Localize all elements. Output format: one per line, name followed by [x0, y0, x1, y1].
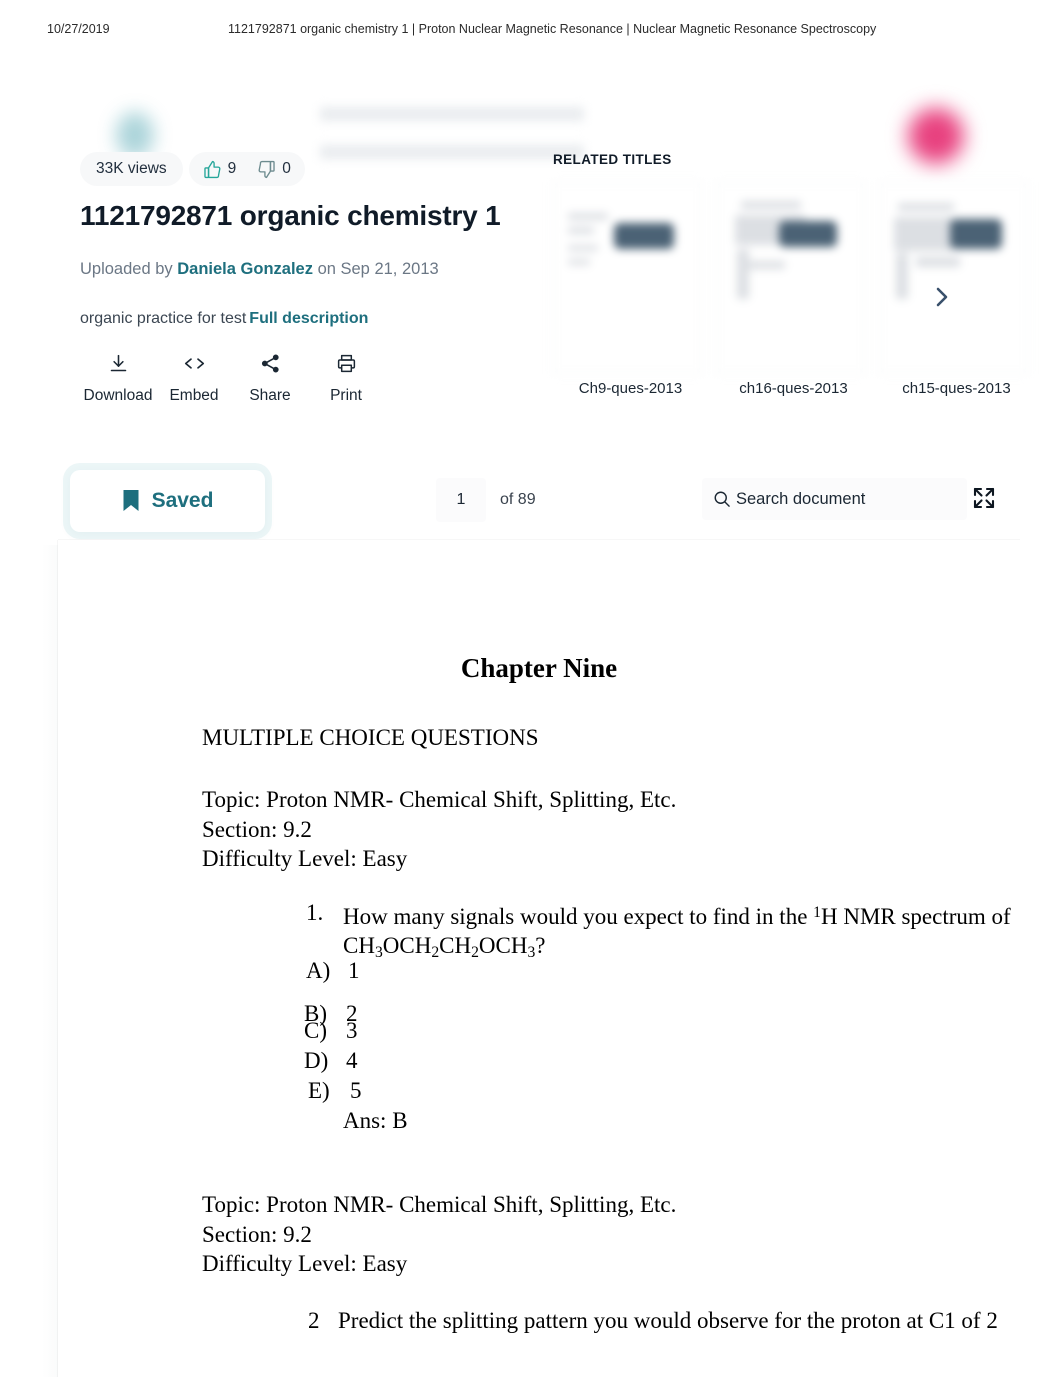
- question-2-text: Predict the splitting pattern you would …: [338, 1308, 998, 1333]
- choice-a: A) 1: [306, 958, 360, 983]
- related-item-3[interactable]: ch15-ques-2013: [879, 182, 1042, 397]
- like-count: 9: [227, 160, 237, 177]
- document-description: organic practice for test Full descriptio…: [80, 310, 368, 328]
- save-button[interactable]: Saved: [70, 470, 265, 532]
- search-document-placeholder: Search document: [736, 489, 866, 508]
- code-icon: [183, 352, 206, 374]
- choice-c: C) 3: [304, 1018, 358, 1043]
- views-pill: 33K views: [80, 152, 183, 186]
- print-label: Print: [330, 387, 362, 404]
- description-text: organic practice for test: [80, 310, 247, 327]
- search-bar-line-top: [320, 107, 584, 121]
- section-line-2: Section: 9.2: [202, 1221, 312, 1247]
- share-button[interactable]: Share: [232, 352, 308, 405]
- download-button[interactable]: Download: [80, 352, 156, 405]
- document-stats: 33K views 9 0: [80, 152, 305, 186]
- thumbs-down-icon: [257, 160, 276, 179]
- save-button-label: Saved: [151, 489, 214, 512]
- chevron-right-icon[interactable]: [925, 280, 959, 314]
- dislike-button[interactable]: 0: [257, 160, 291, 179]
- related-thumbnail-image-1: [553, 182, 702, 374]
- related-item-2[interactable]: ch16-ques-2013: [716, 182, 879, 397]
- uploaded-by-label: Uploaded by: [80, 260, 173, 278]
- question-1-answer: Ans: B: [343, 1108, 408, 1133]
- document-actions: Download Embed Share Print: [80, 352, 384, 405]
- search-document-field[interactable]: Search document: [702, 478, 967, 520]
- question-2-number: 2: [308, 1308, 320, 1333]
- print-page-title: 1121792871 organic chemistry 1 | Proton …: [228, 22, 877, 36]
- upload-date: on Sep 21, 2013: [317, 260, 439, 278]
- like-button[interactable]: 9: [203, 160, 237, 179]
- section-line-1: Section: 9.2: [202, 816, 312, 842]
- document-page[interactable]: Chapter Nine MULTIPLE CHOICE QUESTIONS T…: [58, 540, 1020, 1377]
- search-bar-line-bottom: [320, 145, 584, 159]
- download-label: Download: [83, 387, 153, 404]
- page-number-input[interactable]: [436, 478, 486, 522]
- global-search-input[interactable]: [320, 103, 584, 161]
- download-icon: [108, 352, 129, 374]
- upload-info: Uploaded by Daniela Gonzalez on Sep 21, …: [80, 260, 439, 279]
- topic-line-2: Topic: Proton NMR- Chemical Shift, Split…: [202, 1192, 677, 1217]
- print-header: 10/27/2019 1121792871 organic chemistry …: [0, 22, 1062, 42]
- full-description-link[interactable]: Full description: [249, 310, 368, 327]
- related-item-1[interactable]: Ch9-ques-2013: [553, 182, 716, 397]
- related-titles-heading: RELATED TITLES: [553, 152, 672, 167]
- related-caption-2: ch16-ques-2013: [739, 380, 848, 397]
- related-thumbnails: Ch9-ques-2013 ch16-ques-2013 ch15-ques-2…: [553, 182, 1042, 397]
- related-titles-section: RELATED TITLES Ch9-ques-2013 ch16-ques-2…: [553, 152, 1028, 397]
- embed-button[interactable]: Embed: [156, 352, 232, 405]
- print-button[interactable]: Print: [308, 352, 384, 405]
- page-left-edge: [42, 545, 58, 1377]
- print-date: 10/27/2019: [47, 22, 110, 36]
- difficulty-line-2: Difficulty Level: Easy: [202, 1251, 408, 1276]
- topic-block-2: Topic: Proton NMR- Chemical Shift, Split…: [202, 1190, 676, 1279]
- fullscreen-icon[interactable]: [966, 480, 1002, 516]
- embed-label: Embed: [169, 387, 219, 404]
- section-heading: MULTIPLE CHOICE QUESTIONS: [202, 725, 539, 750]
- document-toolbar: Saved of 89 Search document: [62, 458, 1002, 550]
- chapter-title: Chapter Nine: [460, 653, 618, 683]
- related-caption-3: ch15-ques-2013: [902, 380, 1011, 397]
- share-label: Share: [249, 387, 291, 404]
- author-link[interactable]: Daniela Gonzalez: [177, 260, 313, 278]
- difficulty-line-1: Difficulty Level: Easy: [202, 846, 408, 871]
- page-navigation: of 89: [436, 478, 536, 522]
- topic-line-1: Topic: Proton NMR- Chemical Shift, Split…: [202, 787, 677, 812]
- votes-pill: 9 0: [188, 152, 305, 186]
- question-1-text: How many signals would you expect to fin…: [343, 904, 1011, 961]
- choice-d: D) 4: [304, 1048, 358, 1073]
- top-navigation-bar: [0, 48, 1062, 164]
- bookmark-filled-icon: [122, 489, 140, 513]
- related-thumbnail-image-2: [716, 182, 865, 374]
- share-icon: [260, 352, 281, 374]
- search-icon: [712, 489, 732, 509]
- printer-icon: [336, 352, 357, 374]
- related-caption-1: Ch9-ques-2013: [578, 380, 683, 397]
- views-count: 33K views: [96, 160, 167, 177]
- page-title: 1121792871 organic chemistry 1: [80, 200, 501, 231]
- choice-e: E) 5: [308, 1078, 362, 1103]
- page-total-label: of 89: [500, 491, 536, 508]
- related-thumbnail-image-3: [879, 182, 1028, 374]
- thumbs-up-icon: [203, 160, 222, 179]
- dislike-count: 0: [282, 160, 291, 177]
- question-1-number: 1.: [306, 900, 324, 925]
- topic-block-1: Topic: Proton NMR- Chemical Shift, Split…: [202, 785, 676, 874]
